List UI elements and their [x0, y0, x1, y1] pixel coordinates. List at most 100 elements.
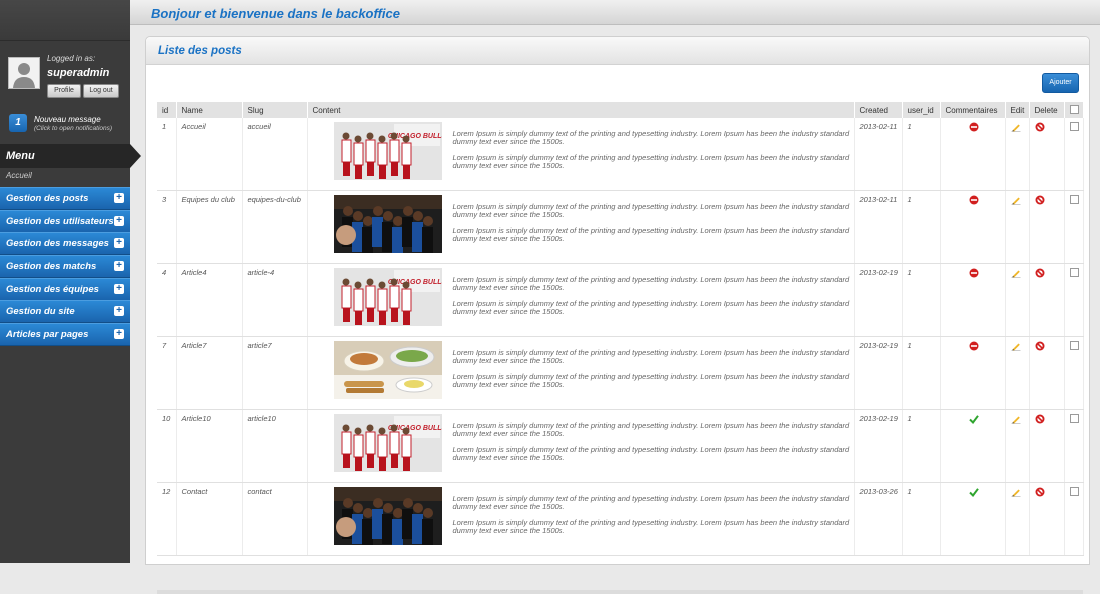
- delete-icon[interactable]: [1035, 414, 1044, 424]
- delete-icon[interactable]: [1035, 268, 1044, 278]
- post-excerpt: Lorem Ipsum is simply dummy text of the …: [453, 349, 854, 389]
- post-thumbnail: CHICAGO BULLS: [333, 122, 446, 180]
- row-checkbox[interactable]: [1069, 122, 1079, 131]
- delete-icon[interactable]: [1035, 195, 1044, 205]
- cell-delete: [1029, 482, 1065, 556]
- row-checkbox[interactable]: [1069, 414, 1079, 423]
- menu-item-equipes[interactable]: Gestion des équipes +: [0, 278, 130, 301]
- logout-button[interactable]: Log out: [83, 84, 119, 98]
- menu-item-site[interactable]: Gestion du site +: [0, 300, 130, 323]
- edit-pencil-icon[interactable]: [1011, 195, 1020, 205]
- row-checkbox[interactable]: [1069, 487, 1079, 496]
- edit-pencil-icon[interactable]: [1011, 268, 1020, 278]
- cell-select: [1064, 190, 1084, 264]
- add-post-button[interactable]: Ajouter: [1042, 73, 1079, 93]
- column-header-content[interactable]: Content: [307, 102, 855, 118]
- row-checkbox[interactable]: [1069, 341, 1079, 350]
- column-header-commentaires[interactable]: Commentaires: [940, 102, 1006, 118]
- post-excerpt: Lorem Ipsum is simply dummy text of the …: [453, 203, 854, 243]
- delete-icon[interactable]: [1035, 487, 1044, 497]
- cell-select: [1064, 118, 1084, 191]
- delete-icon[interactable]: [1035, 341, 1044, 351]
- table-bottom-strip: [157, 590, 1083, 594]
- row-checkbox[interactable]: [1069, 195, 1079, 204]
- expand-plus-icon[interactable]: +: [114, 329, 124, 339]
- menu-header: Menu: [0, 144, 130, 168]
- expand-plus-icon[interactable]: +: [114, 306, 124, 316]
- table-row: 7 Article7 article7 Lorem Ipsum is simply d…: [157, 336, 1084, 410]
- post-excerpt: Lorem Ipsum is simply dummy text of the …: [453, 422, 854, 462]
- edit-pencil-icon[interactable]: [1011, 341, 1020, 351]
- cell-comments: [940, 482, 1006, 556]
- excerpt-paragraph: Lorem Ipsum is simply dummy text of the …: [452, 348, 850, 365]
- cell-id: 1: [157, 118, 177, 191]
- menu-pointer-arrow: [130, 144, 141, 168]
- select-all-checkbox[interactable]: [1069, 104, 1079, 114]
- logged-in-label: Logged in as:: [47, 54, 96, 63]
- notification-count-badge[interactable]: 1: [9, 114, 27, 132]
- cell-select: [1064, 263, 1084, 337]
- excerpt-paragraph: Lorem Ipsum is simply dummy text of the …: [452, 518, 850, 535]
- disabled-icon[interactable]: [969, 341, 978, 351]
- column-header-user-id[interactable]: user_id: [902, 102, 941, 118]
- profile-button[interactable]: Profile: [47, 84, 81, 98]
- edit-pencil-icon[interactable]: [1011, 414, 1020, 424]
- cell-content: CHICAGO BULLS Lorem Ipsum is simply dummy…: [307, 118, 855, 191]
- cell-created: 2013-02-19: [854, 263, 903, 337]
- edit-pencil-icon[interactable]: [1011, 122, 1020, 132]
- cell-created: 2013-03-26: [854, 482, 903, 556]
- avatar: [8, 57, 40, 89]
- menu-current-page[interactable]: Accueil: [6, 171, 32, 180]
- menu-item-label: Gestion du site: [6, 306, 75, 317]
- disabled-icon[interactable]: [969, 195, 978, 205]
- menu-item-posts[interactable]: Gestion des posts +: [0, 187, 130, 210]
- column-header-slug[interactable]: Slug: [242, 102, 308, 118]
- excerpt-paragraph: Lorem Ipsum is simply dummy text of the …: [452, 275, 850, 292]
- column-header-delete[interactable]: Delete: [1029, 102, 1065, 118]
- expand-plus-icon[interactable]: +: [114, 216, 124, 226]
- table-row: 10 Article10 article10 CHICAGO BULLS Lorem I…: [157, 409, 1084, 483]
- expand-plus-icon[interactable]: +: [114, 261, 124, 271]
- cell-id: 7: [157, 336, 177, 410]
- column-header-name[interactable]: Name: [176, 102, 243, 118]
- cell-user-id: 1: [902, 118, 941, 191]
- notification-box[interactable]: 1 Nouveau message (Click to open notific…: [0, 108, 130, 138]
- menu-item-label: Articles par pages: [6, 329, 89, 340]
- row-checkbox[interactable]: [1069, 268, 1079, 277]
- menu-item-articles-par-pages[interactable]: Articles par pages +: [0, 323, 130, 346]
- enabled-check-icon[interactable]: [968, 487, 979, 498]
- table-row: 4 Article4 article-4 CHICAGO BULLS Lorem Ips…: [157, 263, 1084, 337]
- delete-icon[interactable]: [1035, 122, 1044, 132]
- menu-item-label: Gestion des posts: [6, 193, 89, 204]
- column-header-edit[interactable]: Edit: [1005, 102, 1030, 118]
- cell-user-id: 1: [902, 482, 941, 556]
- expand-plus-icon[interactable]: +: [114, 284, 124, 294]
- post-excerpt: Lorem Ipsum is simply dummy text of the …: [453, 130, 854, 170]
- cell-slug: article-4: [242, 263, 308, 337]
- cell-user-id: 1: [902, 409, 941, 483]
- menu-item-matchs[interactable]: Gestion des matchs +: [0, 255, 130, 278]
- cell-delete: [1029, 336, 1065, 410]
- cell-comments: [940, 263, 1006, 337]
- edit-pencil-icon[interactable]: [1011, 487, 1020, 497]
- cell-name: Equipes du club: [176, 190, 243, 264]
- expand-plus-icon[interactable]: +: [114, 193, 124, 203]
- column-header-id[interactable]: id: [157, 102, 177, 118]
- enabled-check-icon[interactable]: [968, 414, 979, 425]
- excerpt-paragraph: Lorem Ipsum is simply dummy text of the …: [452, 421, 850, 438]
- expand-plus-icon[interactable]: +: [114, 238, 124, 248]
- disabled-icon[interactable]: [969, 268, 978, 278]
- column-header-select-all[interactable]: [1064, 102, 1084, 118]
- column-header-created[interactable]: Created: [854, 102, 903, 118]
- panel-header: Liste des posts: [146, 37, 1089, 65]
- cell-name: Accueil: [176, 118, 243, 191]
- excerpt-paragraph: Lorem Ipsum is simply dummy text of the …: [452, 226, 850, 243]
- menu-item-messages[interactable]: Gestion des messages +: [0, 232, 130, 255]
- cell-name: Article4: [176, 263, 243, 337]
- menu-item-label: Gestion des messages: [6, 238, 109, 249]
- cell-name: Contact: [176, 482, 243, 556]
- excerpt-paragraph: Lorem Ipsum is simply dummy text of the …: [452, 299, 850, 316]
- menu-item-users[interactable]: Gestion des utilisateurs +: [0, 210, 130, 233]
- disabled-icon[interactable]: [969, 122, 978, 132]
- excerpt-paragraph: Lorem Ipsum is simply dummy text of the …: [452, 153, 850, 170]
